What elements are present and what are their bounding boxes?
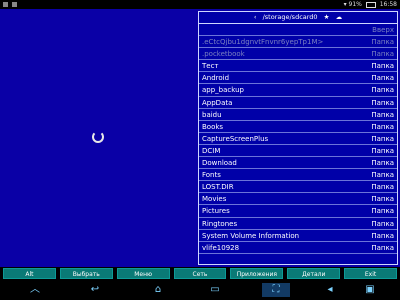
file-row[interactable]: .eCtcQjbu1dgnvtFnvnr6yepTp1M> Папка (199, 36, 397, 49)
toolbar-button[interactable]: Alt (3, 268, 56, 279)
file-list: Вверх .eCtcQjbu1dgnvtFnvnr6yepTp1M> Папка.… (199, 24, 397, 254)
toolbar-button[interactable]: Сеть (173, 268, 227, 279)
file-type: Папка (371, 219, 394, 228)
file-type: Папка (371, 183, 394, 192)
toolbar-button[interactable]: Приложения (230, 268, 284, 279)
file-name: Movies (202, 195, 227, 204)
back-arrow-icon[interactable]: ‹ (254, 13, 257, 21)
navigation-bar: ︿ ↩ ⌂ ▭ ⛶ ◂ ▣ (0, 280, 400, 300)
file-type: Папка (371, 38, 394, 47)
file-name: CaptureScreenPlus (202, 134, 269, 143)
bottom-toolbar: Alt Выбрать Меню Сеть Приложения Детали Exit (0, 267, 400, 280)
file-type: Папка (371, 134, 394, 143)
battery-icon (365, 1, 376, 8)
file-type: Папка (371, 243, 394, 252)
file-row[interactable]: baidu Папка (199, 109, 397, 121)
file-type: Папка (371, 98, 394, 107)
file-name: Тест (202, 62, 219, 71)
fullscreen-icon[interactable]: ▣ (360, 283, 380, 297)
file-name: Download (202, 159, 237, 168)
file-row[interactable]: System Volume Information Папка (199, 230, 397, 242)
file-row[interactable]: Movies Папка (199, 193, 397, 206)
file-row[interactable]: CaptureScreenPlus Папка (199, 133, 397, 145)
file-type: Папка (371, 231, 394, 240)
file-type: Папка (371, 74, 394, 83)
toolbar-button[interactable]: Выбрать (59, 268, 113, 279)
file-type: Папка (371, 86, 394, 95)
file-name: Pictures (202, 207, 230, 216)
file-name: AppData (202, 98, 233, 107)
notification-icon (3, 2, 8, 7)
file-row[interactable]: LOST.DIR Папка (199, 181, 397, 194)
loading-spinner-icon (92, 131, 104, 143)
file-row[interactable]: vlife10928 Папка (199, 242, 397, 254)
file-name: Ringtones (202, 219, 238, 228)
file-name: Books (202, 122, 224, 131)
file-name: Android (202, 74, 230, 83)
file-row[interactable]: AppData Папка (199, 97, 397, 109)
file-name: Fonts (202, 171, 221, 180)
file-name: app_backup (202, 86, 244, 95)
file-name: System Volume Information (202, 231, 300, 240)
recent-apps-icon[interactable]: ▭ (205, 283, 225, 297)
wifi-icon: ▾ (343, 1, 347, 8)
path-bar[interactable]: ‹ /storage/sdcard0 ★ ☁ (199, 12, 397, 24)
toolbar-button[interactable]: Детали (287, 268, 341, 279)
file-name: LOST.DIR (202, 183, 234, 192)
file-name: .eCtcQjbu1dgnvtFnvnr6yepTp1M> (202, 38, 324, 47)
file-row[interactable]: Вверх (199, 24, 397, 37)
file-row[interactable]: Fonts Папка (199, 169, 397, 182)
file-row[interactable]: Тест Папка (199, 60, 397, 73)
file-type: Папка (371, 159, 394, 168)
file-type: Папка (371, 122, 394, 131)
file-name: vlife10928 (202, 243, 240, 252)
file-row[interactable]: .pocketbook Папка (199, 48, 397, 61)
file-type: Папка (371, 171, 394, 180)
cloud-icon[interactable]: ☁ (336, 13, 343, 21)
app-icon (11, 2, 17, 7)
file-type: Папка (371, 50, 394, 59)
current-path: /storage/sdcard0 (262, 13, 318, 21)
back-icon[interactable]: ↩ (85, 283, 105, 297)
file-row[interactable]: Download Папка (199, 157, 397, 170)
file-type: Вверх (372, 26, 394, 34)
file-type: Папка (371, 62, 394, 71)
collapse-chevron-icon[interactable]: ︿ (25, 283, 45, 297)
screenshot-icon[interactable]: ⛶ (262, 283, 290, 297)
status-left-icons (3, 0, 19, 9)
home-icon[interactable]: ⌂ (148, 283, 168, 297)
file-row[interactable]: Books Папка (199, 121, 397, 133)
clock: 16:58 (379, 1, 397, 8)
file-browser-panel: ‹ /storage/sdcard0 ★ ☁ Вверх .eCtcQjbu1dg… (198, 11, 398, 265)
file-name: DCIM (202, 146, 221, 155)
file-row[interactable]: Android Папка (199, 72, 397, 85)
file-row[interactable]: Ringtones Папка (199, 218, 397, 230)
file-type: Папка (371, 195, 394, 204)
file-row[interactable]: app_backup Папка (199, 84, 397, 97)
file-type: Папка (371, 146, 394, 155)
volume-icon[interactable]: ◂ (320, 283, 340, 297)
file-row[interactable]: DCIM Папка (199, 145, 397, 158)
toolbar-button[interactable]: Exit (344, 268, 398, 279)
file-type: Папка (371, 110, 394, 119)
star-icon[interactable]: ★ (324, 13, 330, 21)
status-bar: ▾ 91% 16:58 (0, 0, 400, 9)
toolbar-button[interactable]: Меню (116, 268, 170, 279)
battery-percent: 91% (348, 1, 362, 8)
file-type: Папка (371, 207, 394, 216)
file-row[interactable]: Pictures Папка (199, 205, 397, 218)
file-name: .pocketbook (202, 50, 245, 59)
status-right: ▾ 91% 16:58 (344, 0, 397, 9)
file-name: baidu (202, 110, 222, 119)
